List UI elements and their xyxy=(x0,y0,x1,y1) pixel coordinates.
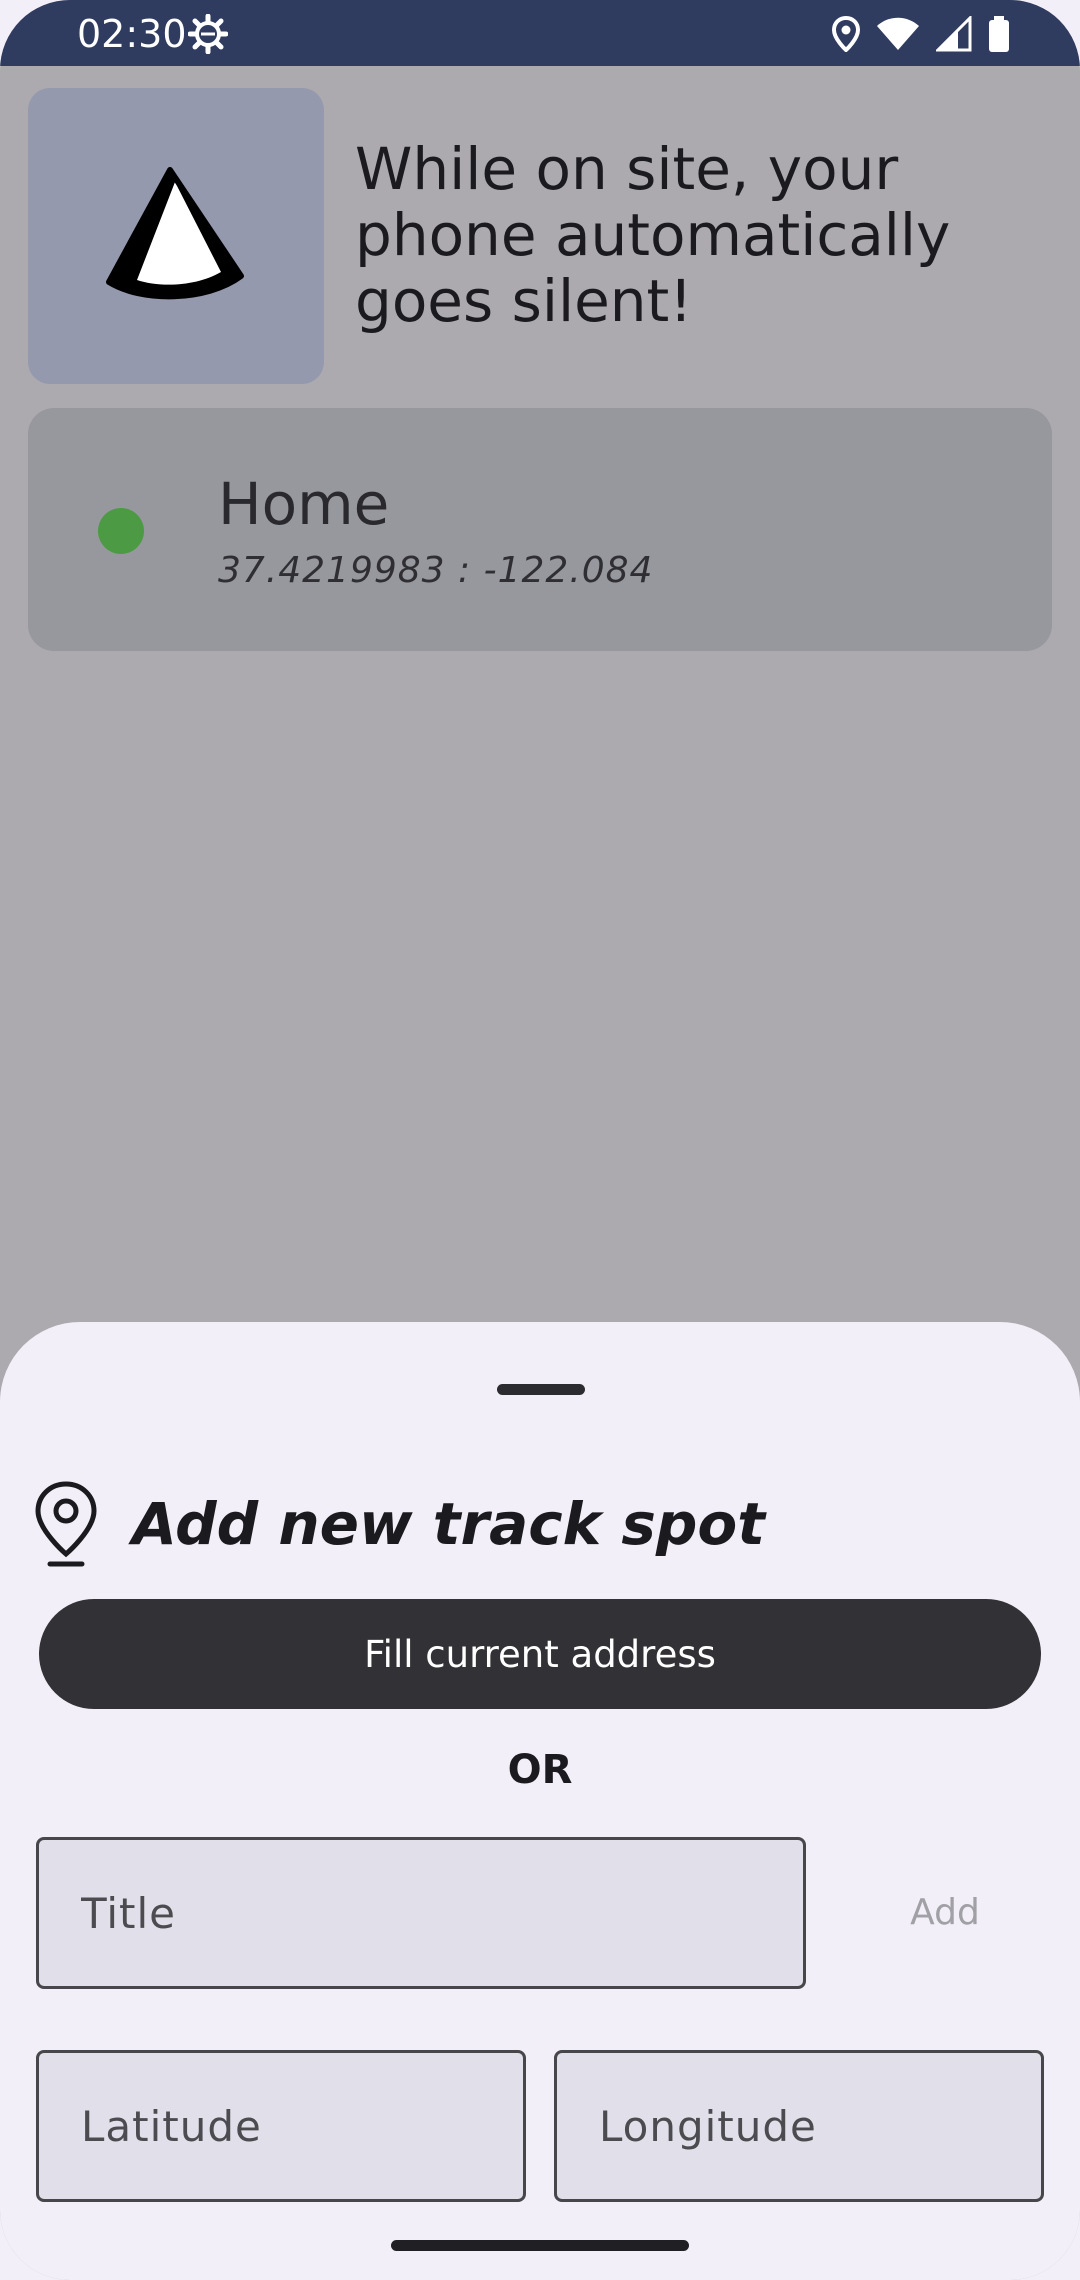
title-input[interactable] xyxy=(36,1837,806,1989)
spot-coordinates: 37.4219983 : -122.084 xyxy=(218,550,654,591)
app-screen: 02:30 While on site, your phone automati… xyxy=(0,0,1080,2280)
status-time: 02:30 xyxy=(77,12,187,56)
sheet-title: Add new track spot xyxy=(132,1490,765,1558)
silent-cone-icon xyxy=(101,164,251,309)
silent-mode-message: While on site, your phone automatically … xyxy=(355,135,951,335)
sheet-drag-handle[interactable] xyxy=(497,1384,585,1395)
add-spot-bottom-sheet: Add new track spot Fill current address … xyxy=(0,1322,1080,2280)
map-pin-icon xyxy=(34,1480,98,1568)
fill-current-address-button[interactable]: Fill current address xyxy=(39,1599,1041,1709)
spot-name: Home xyxy=(218,470,390,538)
latitude-input[interactable] xyxy=(36,2050,526,2202)
or-divider-label: OR xyxy=(507,1747,573,1793)
status-bar: 02:30 xyxy=(0,0,1080,66)
spot-status-dot xyxy=(98,508,144,554)
battery-icon xyxy=(988,16,1010,52)
location-icon xyxy=(832,16,860,52)
settings-gear-icon xyxy=(187,13,229,55)
track-spot-card[interactable]: Home 37.4219983 : -122.084 xyxy=(28,408,1052,651)
sheet-header: Add new track spot xyxy=(34,1479,765,1569)
status-icons xyxy=(832,14,1010,54)
add-button[interactable]: Add xyxy=(870,1862,1020,1962)
gesture-navigation-bar[interactable] xyxy=(391,2240,689,2251)
longitude-input[interactable] xyxy=(554,2050,1044,2202)
silent-mode-icon-box xyxy=(28,88,324,384)
wifi-icon xyxy=(876,17,920,51)
signal-icon xyxy=(936,16,972,52)
